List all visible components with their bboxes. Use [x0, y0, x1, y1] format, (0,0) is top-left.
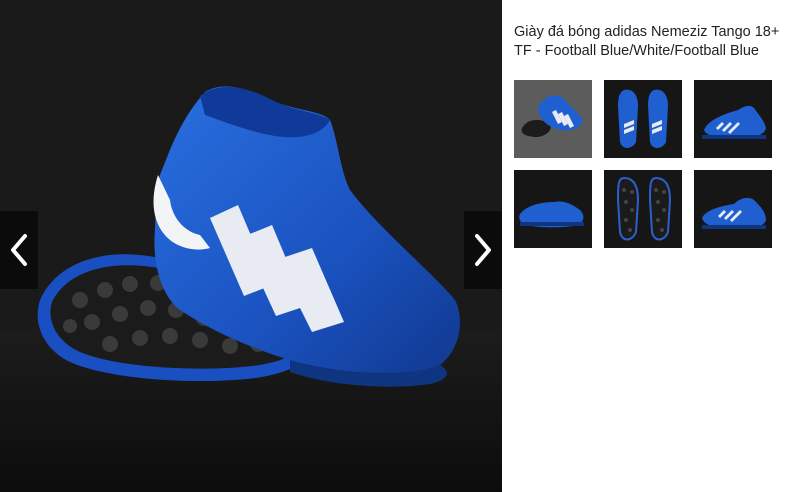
- thumbnail-image: [604, 170, 682, 248]
- chevron-left-icon: [11, 234, 27, 266]
- product-title: Giày đá bóng adidas Nemeziz Tango 18+ TF…: [514, 24, 780, 59]
- chevron-right-icon: [475, 234, 491, 266]
- thumbnail-6[interactable]: [694, 170, 772, 248]
- thumbnail-grid: [514, 80, 794, 248]
- thumbnail-image: [514, 80, 592, 158]
- thumbnail-image: [694, 170, 772, 248]
- product-info-panel: Giày đá bóng adidas Nemeziz Tango 18+ TF…: [502, 0, 800, 492]
- previous-image-button[interactable]: [0, 211, 38, 289]
- thumbnail-2[interactable]: [604, 80, 682, 158]
- thumbnail-image: [604, 80, 682, 158]
- main-product-image: [0, 0, 502, 492]
- thumbnail-5[interactable]: [604, 170, 682, 248]
- thumbnail-4[interactable]: [514, 170, 592, 248]
- thumbnail-3[interactable]: [694, 80, 772, 158]
- thumbnail-image: [514, 170, 592, 248]
- product-image-viewer: [0, 0, 502, 492]
- next-image-button[interactable]: [464, 211, 502, 289]
- thumbnail-image: [694, 80, 772, 158]
- thumbnail-1[interactable]: [514, 80, 592, 158]
